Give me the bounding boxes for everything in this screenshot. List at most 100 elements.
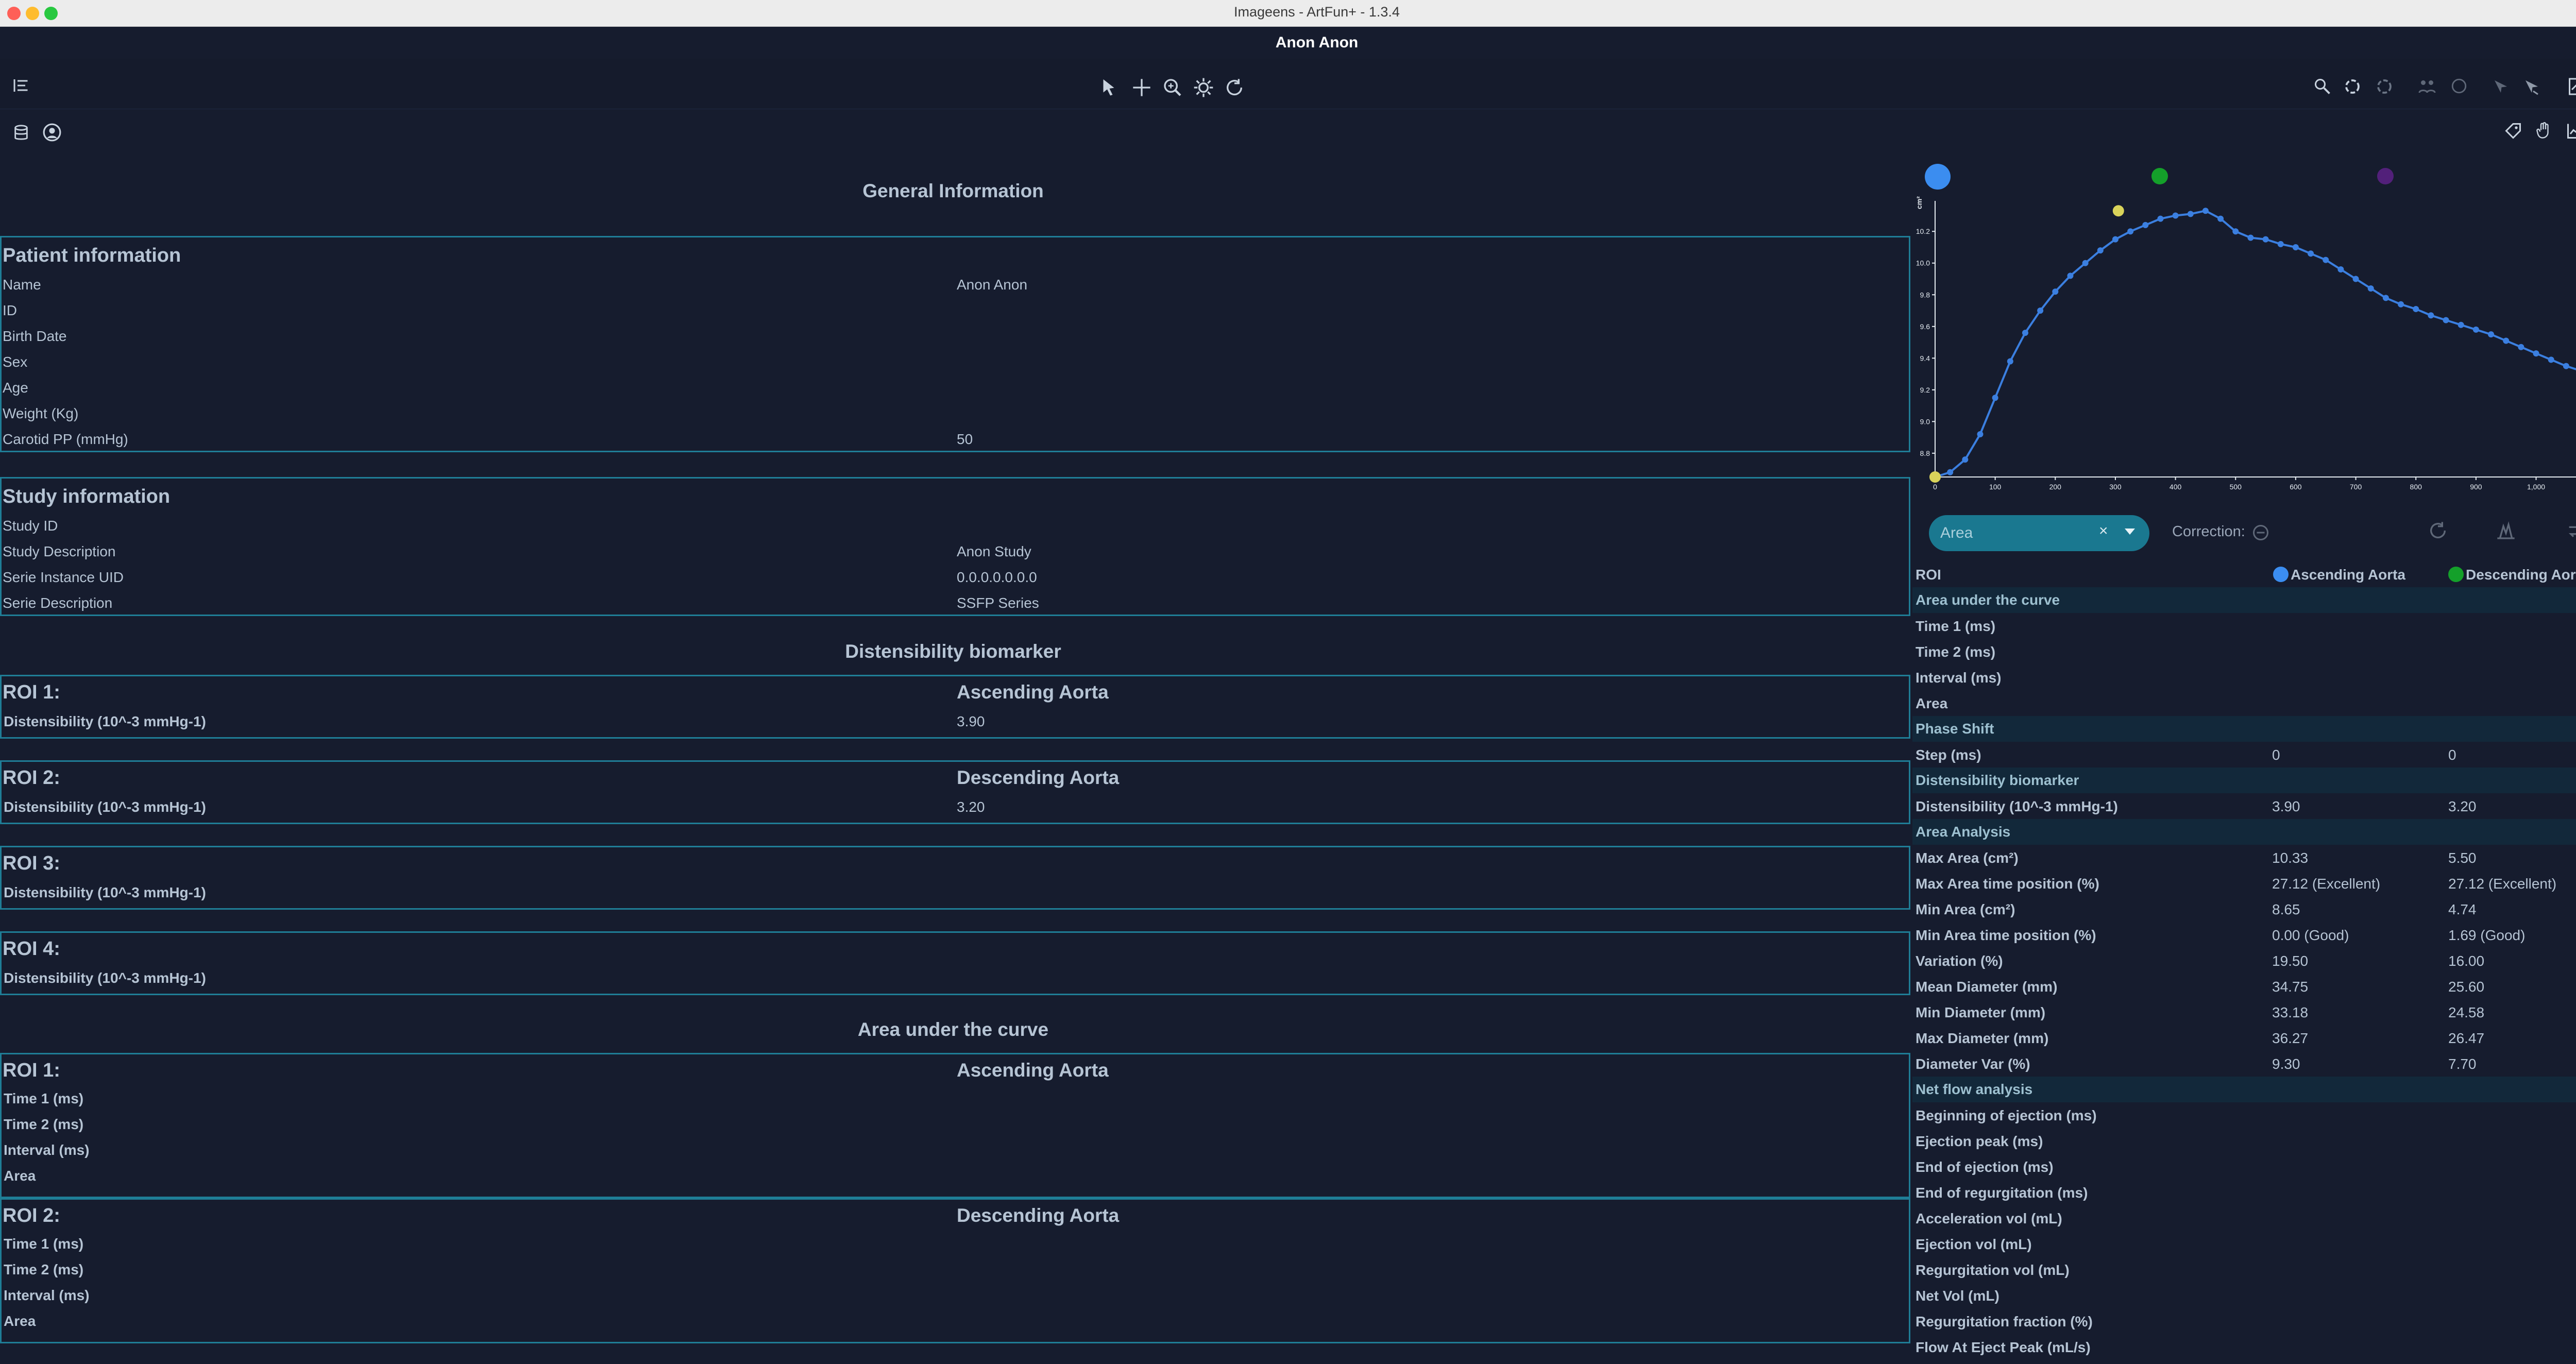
zoom-icon[interactable] [1162,77,1183,98]
patient-label-age: Age [3,380,28,396]
area-curve-point [2007,358,2013,365]
table-cell-ascending-aorta: 0.00 (Good) [2272,927,2349,943]
area-curve-point [2308,250,2314,257]
auc-roi-1-name: Ascending Aorta [957,1060,1109,1081]
auc-roi-1-time1: Time 1 (ms) [4,1090,84,1106]
area-curve-point [2037,308,2044,314]
distensibility-roi-2-name: Descending Aorta [957,767,1120,788]
descending-aorta-legend-dot [2448,567,2464,582]
table-cell-ascending-aorta: 0 [2272,747,2280,763]
distensibility-title: Distensibility biomarker [845,641,1061,662]
pin-alt-icon[interactable] [2522,77,2541,96]
area-curve-point [1962,456,1969,463]
auc-roi-1-label: ROI 1: [3,1060,60,1081]
window-title: Imageens - ArtFun+ - 1.3.4 [1234,4,1400,20]
roi-3-selector[interactable] [2377,168,2394,184]
patient-value-carotid-pp: 50 [957,431,973,447]
table-row-label: Ejection vol (mL) [1916,1236,2032,1252]
ascending-aorta-legend-dot [2273,567,2289,582]
chart-line-icon[interactable] [2566,122,2576,140]
y-tick-label: 9.0 [1920,417,1930,425]
table-cell-descending-aorta: 3.20 [2448,798,2477,814]
report-panel: General Information Patient information … [0,156,1912,1364]
reset-curve-icon[interactable] [2428,520,2448,541]
x-tick-label: 800 [2410,483,2422,491]
area-curve-point [2262,236,2269,243]
brightness-icon[interactable] [1193,77,1214,98]
x-tick-label: 200 [2049,483,2062,491]
auc-roi-2-name: Descending Aorta [957,1205,1120,1226]
pointer-icon[interactable] [1099,77,1118,97]
export-icon[interactable] [2566,77,2576,96]
study-label-id: Study ID [3,518,58,534]
distensibility-roi-1-value: 3.90 [957,713,985,729]
table-row-label: Mean Diameter (mm) [1916,979,2058,995]
area-curve-point [2533,350,2539,357]
roi-1-selector[interactable] [1925,164,1951,190]
study-information-box: Study information Study ID Study Descrip… [0,477,1910,616]
secondary-toolbar [0,109,2576,156]
patient-header: Anon Anon [0,27,2576,59]
clear-selection-icon[interactable]: × [2099,522,2108,540]
distensibility-roi-1-box: ROI 1: Ascending Aorta Distensibility (1… [0,675,1910,739]
auc-roi-1-time2: Time 2 (ms) [4,1116,84,1132]
area-curve-point [2413,305,2419,312]
peak-icon[interactable] [2496,520,2516,541]
table-row-label: Acceleration vol (mL) [1916,1210,2062,1226]
table-section-title: Net flow analysis [1916,1081,2033,1097]
auc-roi-2-area: Area [4,1313,36,1329]
roi-circle-icon[interactable] [2450,77,2468,95]
x-tick-label: 100 [1989,483,2002,491]
magnify-icon[interactable] [2313,77,2332,96]
lasso-icon[interactable] [2343,77,2362,96]
pin-icon[interactable] [2492,77,2510,96]
lasso-alt-icon[interactable] [2375,77,2394,96]
main-toolbar [0,59,2576,109]
roi-group-icon[interactable] [2417,77,2437,96]
area-curve-point [2067,272,2074,279]
table-cell-ascending-aorta: 10.33 [2272,850,2309,866]
user-circle-icon[interactable] [42,123,62,142]
table-section-band: Net flow analysis [1912,1077,2576,1102]
distensibility-roi-2-value: 3.20 [957,799,985,815]
y-tick-label: 9.8 [1920,291,1930,299]
patient-label-weight: Weight (Kg) [3,405,79,421]
area-curve-point [1977,431,1984,437]
area-curve-point [1992,395,1998,401]
hand-icon[interactable] [2535,122,2553,140]
tag-icon[interactable] [2504,122,2522,140]
auc-roi-2-time1: Time 1 (ms) [4,1236,84,1252]
table-section-band: Phase Shift [1912,716,2576,742]
patient-information-box: Patient information Name Anon Anon ID Bi… [0,236,1910,452]
window-titlebar: Imageens - ArtFun+ - 1.3.4 [0,0,2576,27]
table-cell-ascending-aorta: 27.12 (Excellent) [2272,876,2381,892]
correction-toggle-icon[interactable] [2251,523,2270,542]
area-curve-point [2052,288,2059,295]
refresh-icon[interactable] [1224,77,1245,98]
general-information-title: General Information [862,180,1044,201]
table-row-label: Regurgitation vol (mL) [1916,1262,2070,1278]
y-tick-label: 9.4 [1920,354,1930,362]
menu-list-icon[interactable] [11,76,30,95]
area-curve-point [2142,221,2149,228]
chevron-down-icon[interactable] [2125,528,2135,535]
table-section-band: Area under the curve [1912,587,2576,613]
table-section-title: Area Analysis [1916,824,2011,840]
table-cell-descending-aorta: 16.00 [2448,953,2485,969]
x-tick-label: 0 [1933,483,1937,491]
table-cell-ascending-aorta: 34.75 [2272,979,2309,995]
database-icon[interactable] [12,124,30,142]
table-row-label: End of ejection (ms) [1916,1159,2054,1175]
swap-icon[interactable] [2566,520,2576,541]
curve-type-select[interactable]: Area × [1929,515,2149,551]
area-curve-point [2022,330,2028,336]
area-curve-point [2112,236,2119,243]
area-curve-point [2398,301,2404,308]
table-cell-descending-aorta: 4.74 [2448,901,2477,917]
distensibility-roi-4-row-label: Distensibility (10^-3 mmHg-1) [4,970,206,986]
table-section-title: Distensibility biomarker [1916,772,2079,788]
auc-roi-2-label: ROI 2: [3,1205,60,1226]
crosshair-icon[interactable] [1131,77,1152,98]
roi-2-selector[interactable] [2151,168,2168,184]
x-tick-label: 300 [2109,483,2122,491]
